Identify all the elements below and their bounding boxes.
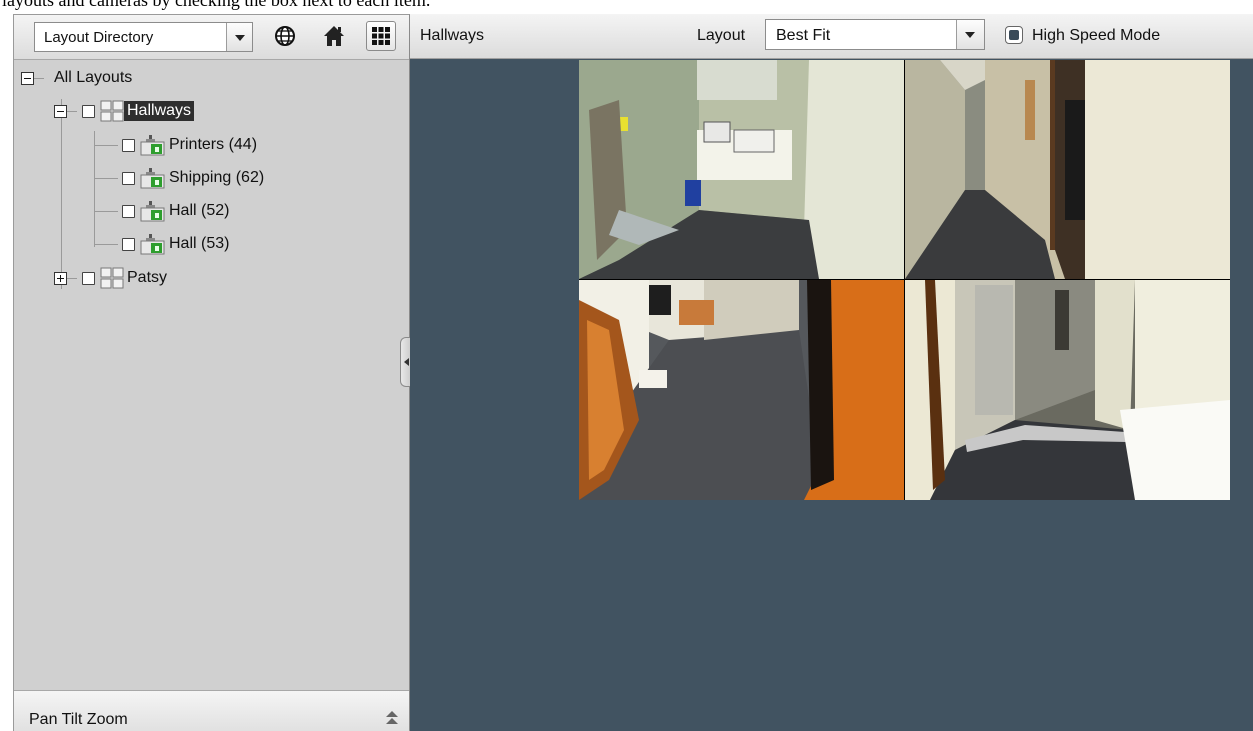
video-panel: Hallways Layout Best Fit High Speed Mode xyxy=(410,14,1253,731)
tree-item-label: Hallways xyxy=(124,101,195,121)
layout-grid-icon xyxy=(100,100,124,122)
layout-directory-panel: Layout Directory All Layouts Hallways Pr… xyxy=(13,14,412,731)
chevron-down-icon[interactable] xyxy=(226,23,252,51)
tree-item-label: Shipping (62) xyxy=(169,169,265,186)
caption-text: layouts and cameras by checking the box … xyxy=(2,0,431,10)
layout-checkbox[interactable] xyxy=(82,271,95,285)
tree-item-camera[interactable]: Printers (44) xyxy=(122,132,257,158)
high-speed-label: High Speed Mode xyxy=(1032,27,1161,44)
tree-item-patsy[interactable]: Patsy xyxy=(54,265,167,291)
camera-checkbox[interactable] xyxy=(122,171,135,185)
grid-view-icon xyxy=(372,27,390,45)
tree-connector xyxy=(94,178,118,179)
layout-title: Hallways xyxy=(420,27,485,44)
tree-item-label: Hall (52) xyxy=(169,202,230,219)
layout-checkbox[interactable] xyxy=(82,104,95,118)
video-client-window: Layout Directory All Layouts Hallways Pr… xyxy=(13,14,1253,731)
globe-button[interactable] xyxy=(270,21,300,51)
collapse-icon[interactable] xyxy=(21,71,34,85)
home-icon xyxy=(324,26,344,46)
layout-select-value: Best Fit xyxy=(776,27,831,44)
home-button[interactable] xyxy=(319,21,349,51)
video-tile-printers[interactable] xyxy=(579,60,904,279)
video-tile-shipping[interactable] xyxy=(905,60,1230,279)
tree-item-all-layouts[interactable]: All Layouts xyxy=(21,65,132,91)
tree-item-label: Hall (53) xyxy=(169,235,230,252)
tree-connector xyxy=(94,211,118,212)
ptz-label: Pan Tilt Zoom xyxy=(29,711,128,728)
tree-item-hallways[interactable]: Hallways xyxy=(54,98,195,124)
tree-item-camera[interactable]: Hall (53) xyxy=(122,231,229,257)
expand-up-icon[interactable] xyxy=(385,710,399,726)
tree-item-label: All Layouts xyxy=(54,69,133,86)
camera-checkbox[interactable] xyxy=(122,237,135,251)
tree-item-camera[interactable]: Shipping (62) xyxy=(122,165,264,191)
camera-icon xyxy=(140,135,165,156)
tree-connector xyxy=(94,145,118,146)
page-caption: layouts and cameras by checking the box … xyxy=(0,0,1253,14)
video-tile-hall-53[interactable] xyxy=(905,280,1230,500)
tree-item-label: Printers (44) xyxy=(169,136,258,153)
tree-item-camera[interactable]: Hall (52) xyxy=(122,198,229,224)
chevron-down-icon[interactable] xyxy=(956,20,984,49)
video-grid xyxy=(579,60,1230,500)
layout-select[interactable]: Best Fit xyxy=(765,19,985,50)
camera-icon xyxy=(140,234,165,255)
camera-icon xyxy=(140,201,165,222)
high-speed-checkbox[interactable] xyxy=(1005,26,1023,44)
grid-view-button[interactable] xyxy=(366,21,396,51)
video-tile-hall-52[interactable] xyxy=(579,280,904,500)
layout-label: Layout xyxy=(697,27,746,44)
left-toolbar: Layout Directory xyxy=(14,15,409,60)
tree-connector xyxy=(94,131,95,247)
directory-select-value: Layout Directory xyxy=(44,29,154,46)
collapse-icon[interactable] xyxy=(54,104,67,118)
camera-icon xyxy=(140,168,165,189)
camera-checkbox[interactable] xyxy=(122,138,135,152)
directory-select[interactable]: Layout Directory xyxy=(34,22,253,52)
layout-grid-icon xyxy=(100,267,124,289)
camera-checkbox[interactable] xyxy=(122,204,135,218)
tree-connector xyxy=(94,244,118,245)
tree-connector xyxy=(61,99,62,289)
right-toolbar: Hallways Layout Best Fit High Speed Mode xyxy=(410,14,1253,59)
ptz-bar[interactable]: Pan Tilt Zoom xyxy=(14,690,409,731)
globe-icon xyxy=(275,26,295,46)
expand-icon[interactable] xyxy=(54,271,67,285)
tree-item-label: Patsy xyxy=(127,269,168,286)
